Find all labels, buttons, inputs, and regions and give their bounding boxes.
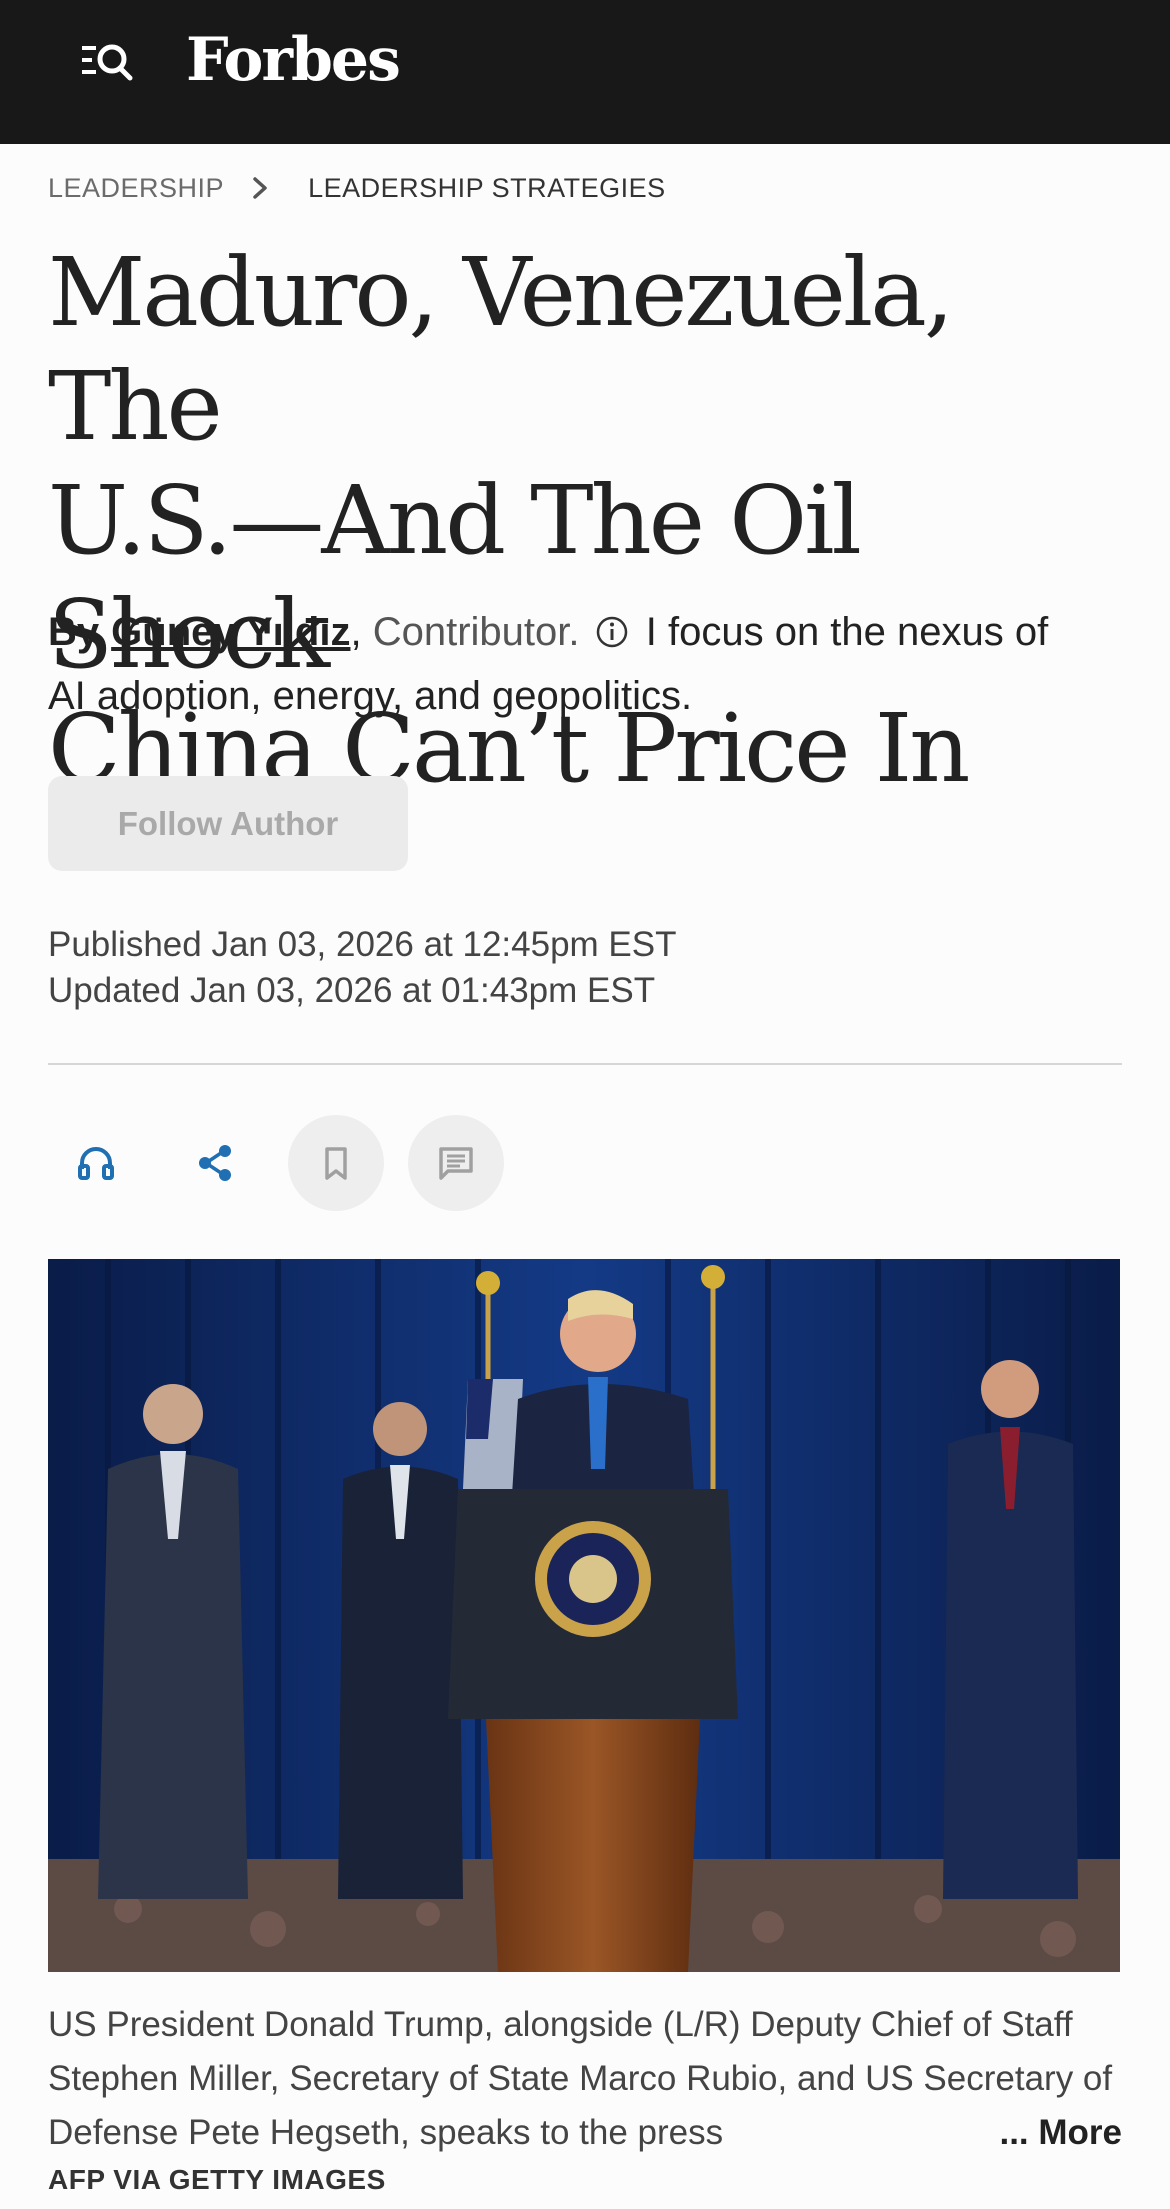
share-icon: [199, 1145, 231, 1181]
save-button[interactable]: [288, 1115, 384, 1211]
top-navigation-bar: Forbes: [0, 0, 1170, 144]
image-caption: US President Donald Trump, alongside (L/…: [48, 2005, 1113, 2152]
forbes-logo[interactable]: Forbes: [186, 18, 401, 102]
byline-by-label: By: [48, 610, 100, 654]
share-button[interactable]: [168, 1115, 264, 1211]
breadcrumb-leadership-link[interactable]: LEADERSHIP: [48, 173, 224, 204]
follow-author-button[interactable]: Follow Author: [48, 776, 408, 871]
breadcrumb-leadership-strategies-link[interactable]: LEADERSHIP STRATEGIES: [308, 173, 666, 204]
caption-more-button[interactable]: ... More: [977, 2106, 1122, 2160]
byline: By Güney Yıldız, Contributor. I focus on …: [48, 600, 1088, 728]
headphones-icon: [78, 1147, 114, 1180]
author-link[interactable]: Güney Yıldız: [111, 610, 350, 654]
article-dates: Published Jan 03, 2026 at 12:45pm EST Up…: [48, 922, 676, 1014]
listen-button[interactable]: [48, 1115, 144, 1211]
published-date: Published Jan 03, 2026 at 12:45pm EST: [48, 925, 677, 964]
article-photo[interactable]: [48, 1259, 1120, 1972]
breadcrumb: LEADERSHIP LEADERSHIP STRATEGIES: [48, 170, 666, 206]
headline-line: Maduro, Venezuela, The: [48, 238, 954, 462]
menu-search-icon[interactable]: [80, 40, 136, 84]
info-icon[interactable]: [595, 604, 629, 648]
bookmark-icon: [325, 1147, 347, 1180]
byline-comma: ,: [350, 610, 362, 654]
chevron-right-icon: [250, 176, 270, 200]
divider: [48, 1063, 1122, 1065]
comments-button[interactable]: [408, 1115, 504, 1211]
image-credit: AFP VIA GETTY IMAGES: [48, 2164, 386, 2195]
comment-icon: [439, 1147, 473, 1180]
updated-date: Updated Jan 03, 2026 at 01:43pm EST: [48, 971, 656, 1010]
author-role: Contributor.: [372, 610, 580, 654]
